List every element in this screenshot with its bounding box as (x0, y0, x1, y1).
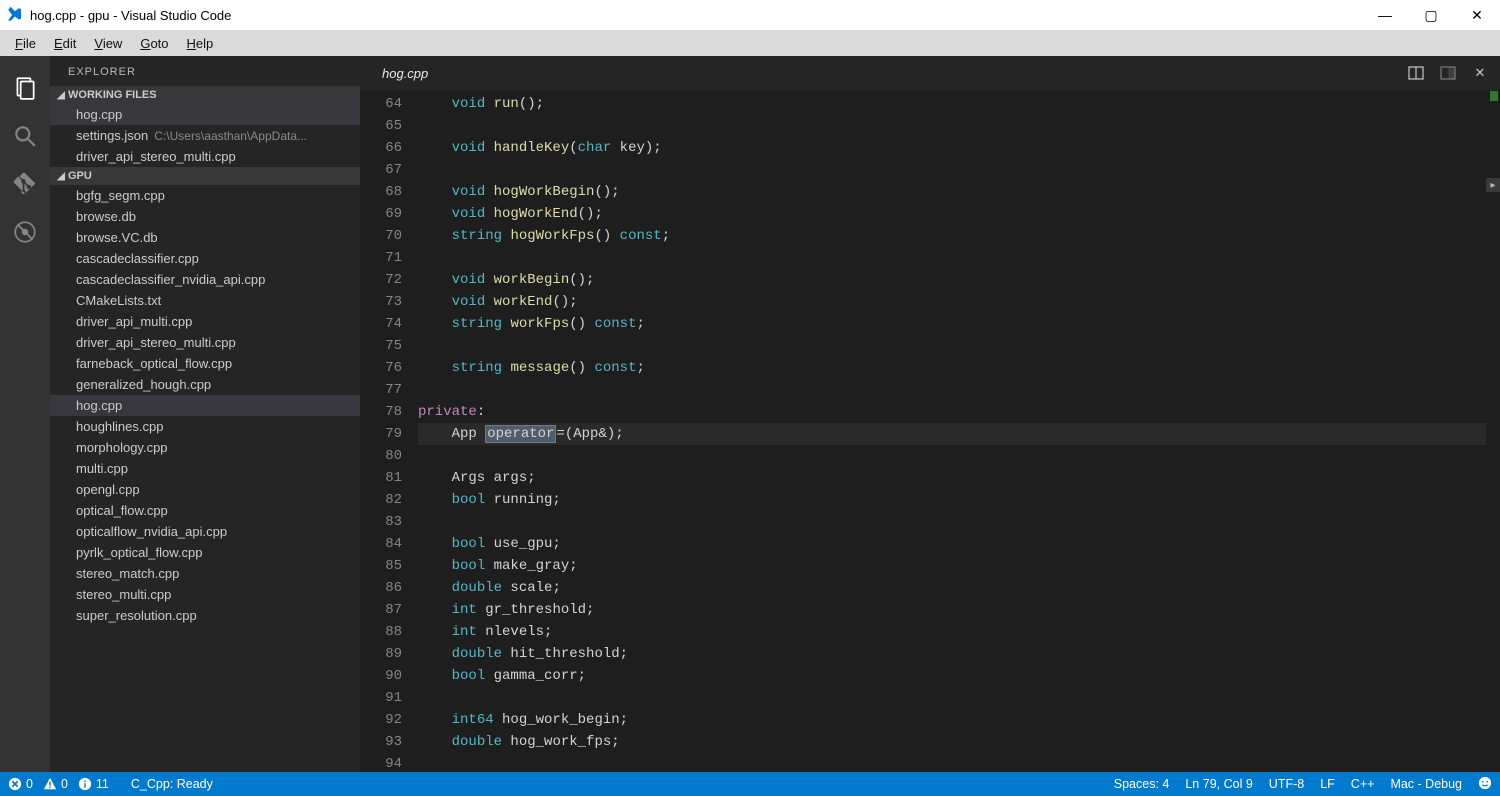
git-icon[interactable] (0, 160, 50, 208)
maximize-button[interactable]: ▢ (1408, 0, 1454, 30)
folder-file-item[interactable]: pyrlk_optical_flow.cpp (50, 542, 360, 563)
menu-goto[interactable]: Goto (131, 36, 177, 51)
titlebar: hog.cpp - gpu - Visual Studio Code — ▢ ✕ (0, 0, 1500, 30)
folder-file-item[interactable]: CMakeLists.txt (50, 290, 360, 311)
folder-file-item[interactable]: stereo_match.cpp (50, 563, 360, 584)
status-spaces[interactable]: Spaces: 4 (1114, 777, 1170, 791)
section-label: GPU (68, 170, 92, 182)
status-position[interactable]: Ln 79, Col 9 (1185, 777, 1252, 791)
editor-area: hog.cpp ✕ 646566676869707172737475767778… (360, 56, 1500, 772)
folder-file-item[interactable]: browse.VC.db (50, 227, 360, 248)
working-file-item[interactable]: driver_api_stereo_multi.cpp (50, 146, 360, 167)
folder-file-item[interactable]: stereo_multi.cpp (50, 584, 360, 605)
folder-file-item[interactable]: optical_flow.cpp (50, 500, 360, 521)
status-warnings[interactable]: 0 (43, 777, 68, 791)
status-eol[interactable]: LF (1320, 777, 1335, 791)
section-working-files[interactable]: ◢ WORKING FILES (50, 86, 360, 104)
menubar: File Edit View Goto Help (0, 30, 1500, 56)
overview-mark (1490, 91, 1498, 101)
section-label: WORKING FILES (68, 89, 157, 101)
working-file-item[interactable]: settings.jsonC:\Users\aasthan\AppData... (50, 125, 360, 146)
editor-tabs: hog.cpp ✕ (360, 56, 1500, 90)
folder-file-item[interactable]: bgfg_segm.cpp (50, 185, 360, 206)
folder-file-item[interactable]: cascadeclassifier_nvidia_api.cpp (50, 269, 360, 290)
minimize-button[interactable]: — (1362, 0, 1408, 30)
debug-icon[interactable] (0, 208, 50, 256)
folder-file-item[interactable]: morphology.cpp (50, 437, 360, 458)
code-content[interactable]: void run(); void handleKey(char key); vo… (418, 90, 1500, 772)
warning-icon (43, 777, 57, 791)
scroll-marker-icon[interactable]: ▸ (1486, 178, 1500, 192)
activity-bar (0, 56, 50, 772)
status-lang-status[interactable]: C_Cpp: Ready (131, 777, 213, 791)
folder-file-item[interactable]: driver_api_stereo_multi.cpp (50, 332, 360, 353)
status-config[interactable]: Mac - Debug (1390, 777, 1462, 791)
close-editor-icon[interactable]: ✕ (1466, 59, 1494, 87)
chevron-down-icon: ◢ (54, 90, 68, 101)
close-button[interactable]: ✕ (1454, 0, 1500, 30)
error-icon (8, 777, 22, 791)
folder-file-item[interactable]: super_resolution.cpp (50, 605, 360, 626)
status-errors[interactable]: 0 (8, 777, 33, 791)
status-encoding[interactable]: UTF-8 (1269, 777, 1304, 791)
split-editor-icon[interactable] (1402, 59, 1430, 87)
scrollbar[interactable]: ▸ (1486, 90, 1500, 772)
folder-file-item[interactable]: hog.cpp (50, 395, 360, 416)
code-editor[interactable]: 6465666768697071727374757677787980818283… (360, 90, 1500, 772)
menu-help[interactable]: Help (178, 36, 223, 51)
info-icon (78, 777, 92, 791)
sidebar: EXPLORER ◢ WORKING FILES hog.cppsettings… (50, 56, 360, 772)
window-title: hog.cpp - gpu - Visual Studio Code (30, 8, 231, 23)
folder-file-item[interactable]: browse.db (50, 206, 360, 227)
menu-edit[interactable]: Edit (45, 36, 85, 51)
status-bar: 0 0 11 C_Cpp: Ready Spaces: 4 Ln 79, Col… (0, 772, 1500, 796)
feedback-icon[interactable] (1478, 776, 1492, 793)
section-folder[interactable]: ◢ GPU (50, 167, 360, 185)
working-file-item[interactable]: hog.cpp (50, 104, 360, 125)
explorer-icon[interactable] (0, 64, 50, 112)
folder-file-item[interactable]: cascadeclassifier.cpp (50, 248, 360, 269)
folder-file-item[interactable]: multi.cpp (50, 458, 360, 479)
menu-view[interactable]: View (85, 36, 131, 51)
folder-file-item[interactable]: opengl.cpp (50, 479, 360, 500)
folder-file-item[interactable]: houghlines.cpp (50, 416, 360, 437)
chevron-down-icon: ◢ (54, 171, 68, 182)
folder-file-item[interactable]: opticalflow_nvidia_api.cpp (50, 521, 360, 542)
folder-file-item[interactable]: driver_api_multi.cpp (50, 311, 360, 332)
status-info[interactable]: 11 (78, 777, 109, 791)
folder-file-item[interactable]: generalized_hough.cpp (50, 374, 360, 395)
status-lang[interactable]: C++ (1351, 777, 1375, 791)
search-icon[interactable] (0, 112, 50, 160)
menu-file[interactable]: File (6, 36, 45, 51)
line-gutter: 6465666768697071727374757677787980818283… (360, 90, 418, 772)
folder-file-item[interactable]: farneback_optical_flow.cpp (50, 353, 360, 374)
tab-hog-cpp[interactable]: hog.cpp (378, 66, 432, 81)
vscode-logo-icon (6, 6, 24, 24)
more-icon[interactable] (1434, 59, 1462, 87)
sidebar-title: EXPLORER (50, 56, 360, 86)
